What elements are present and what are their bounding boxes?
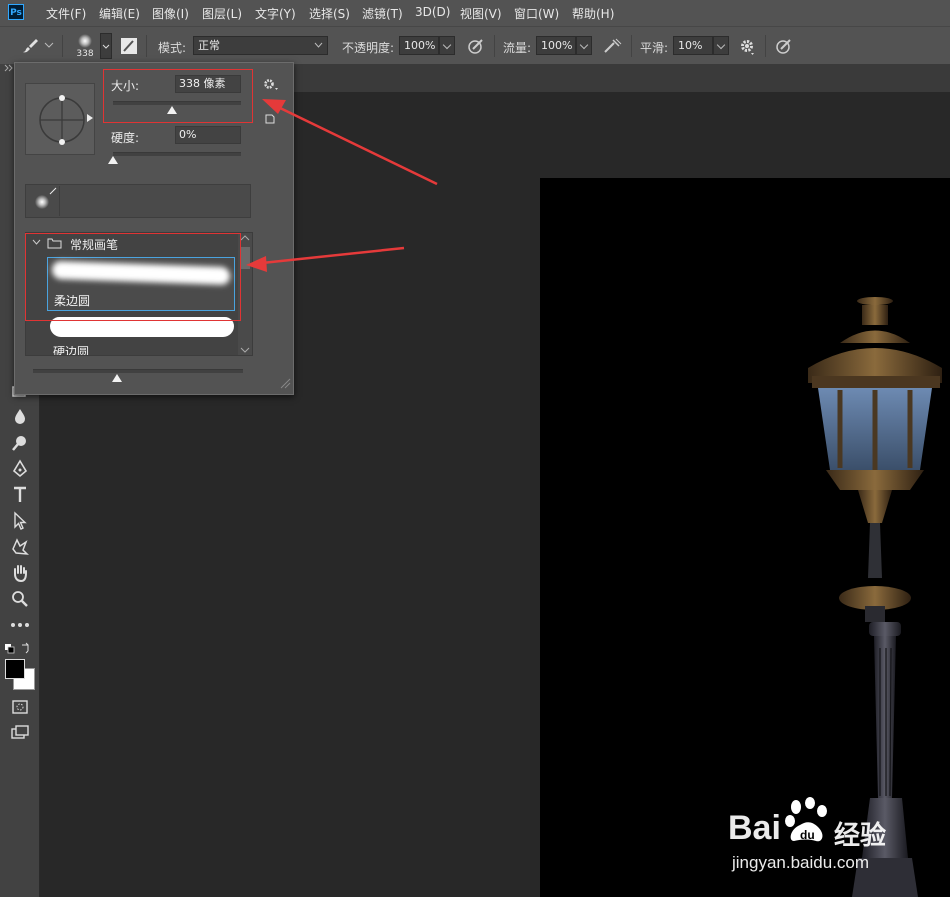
baidu-jingyan-watermark: Bai du 经验 jingyan.baidu.com <box>728 795 948 885</box>
watermark-brand: Bai <box>728 809 781 847</box>
watermark-url: jingyan.baidu.com <box>732 853 870 872</box>
path-selection-tool-icon[interactable] <box>10 511 30 531</box>
foreground-color-swatch[interactable] <box>5 659 25 679</box>
zoom-tool-icon[interactable] <box>10 589 30 609</box>
arrow-to-brush <box>261 246 405 265</box>
arrowhead-icon <box>246 256 267 272</box>
quick-mask-icon[interactable] <box>10 697 30 717</box>
default-colors-icon[interactable] <box>4 642 36 656</box>
hand-tool-icon[interactable] <box>10 563 30 583</box>
svg-text:du: du <box>800 828 815 842</box>
annotation-arrows <box>246 99 438 272</box>
type-tool-icon[interactable] <box>10 485 30 505</box>
baidu-paw-icon: du <box>785 797 827 842</box>
watermark-suffix: 经验 <box>834 821 887 851</box>
screen-mode-icon[interactable] <box>10 723 30 743</box>
pen-tool-icon[interactable] <box>10 459 30 479</box>
arrowhead-icon <box>262 99 286 114</box>
more-tools-icon[interactable] <box>10 615 30 635</box>
custom-shape-tool-icon[interactable] <box>10 537 30 557</box>
blur-tool-icon[interactable] <box>10 407 30 427</box>
arrow-to-size <box>277 105 438 186</box>
dodge-tool-icon[interactable] <box>10 433 30 453</box>
